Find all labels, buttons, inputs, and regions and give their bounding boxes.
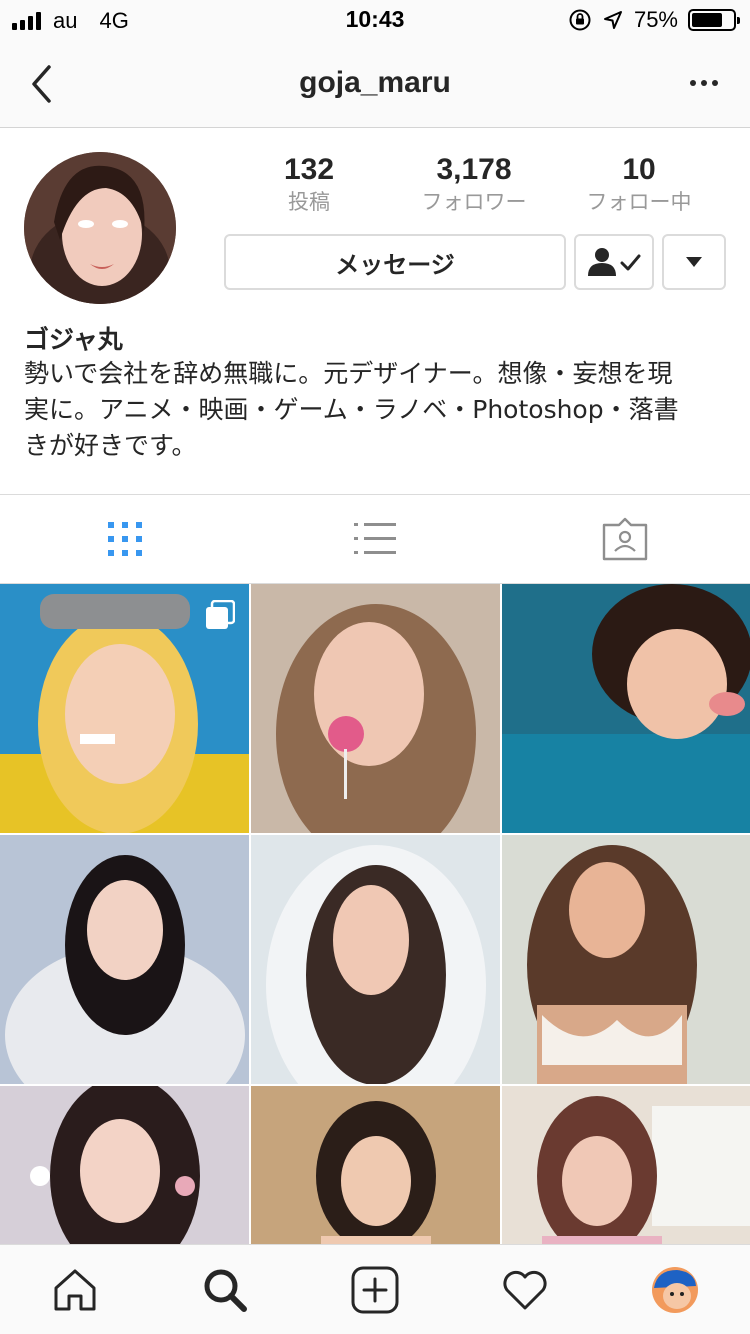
grid-photo[interactable]	[251, 584, 500, 833]
tagged-photos-icon	[602, 517, 648, 561]
profile-avatar[interactable]	[24, 152, 176, 304]
grid-photo[interactable]	[502, 584, 750, 833]
grid-photo[interactable]	[0, 584, 249, 833]
suggestions-dropdown-button[interactable]	[662, 234, 726, 290]
grid-photo[interactable]	[0, 835, 249, 1084]
add-post-icon	[351, 1266, 399, 1314]
grid-photo[interactable]	[0, 1086, 249, 1244]
battery-icon	[688, 9, 740, 31]
avatar-photo	[24, 152, 176, 304]
search-icon	[204, 1269, 247, 1312]
photo-thumbnail	[502, 584, 750, 833]
following-stat[interactable]: 10 フォロー中	[554, 150, 724, 214]
posts-count: 132	[283, 153, 335, 186]
home-icon	[54, 1269, 96, 1311]
battery-level	[692, 13, 722, 27]
grid-photo[interactable]	[502, 1086, 750, 1244]
tab-activity[interactable]	[450, 1245, 600, 1334]
bio-line: 勢いで会社を辞め無職に。元デザイナー。想像・妄想を現	[24, 359, 673, 388]
status-right: 75%	[568, 7, 740, 33]
username-title: goja_maru	[299, 66, 451, 99]
message-button[interactable]: メッセージ	[224, 234, 566, 290]
display-name: ゴジャ丸	[24, 325, 123, 354]
following-button[interactable]	[574, 234, 654, 290]
grid-photo[interactable]	[502, 835, 750, 1084]
posts-label: 投稿	[288, 190, 330, 214]
following-label: フォロー中	[586, 190, 692, 214]
bottom-tab-bar	[0, 1244, 750, 1334]
battery-percent: 75%	[633, 7, 678, 32]
photo-thumbnail	[251, 835, 500, 1084]
person-check-icon	[588, 248, 641, 276]
grid-view-icon	[108, 522, 142, 556]
bio-line: 実に。アニメ・映画・ゲーム・ラノベ・Photoshop・落書	[24, 395, 679, 424]
more-options-button[interactable]	[682, 68, 726, 98]
more-dots-icon	[690, 80, 696, 86]
tab-add-post[interactable]	[300, 1245, 450, 1334]
followers-label: フォロワー	[421, 190, 527, 214]
followers-stat[interactable]: 3,178 フォロワー	[389, 150, 559, 214]
navigation-bar: goja_maru	[0, 40, 750, 128]
grid-photo[interactable]	[251, 1086, 500, 1244]
grid-photo[interactable]	[251, 835, 500, 1084]
photo-grid	[0, 584, 750, 1244]
more-dot	[701, 80, 707, 86]
tab-tagged-photos[interactable]	[500, 495, 750, 583]
photo-thumbnail	[502, 1086, 750, 1244]
photo-thumbnail	[251, 1086, 500, 1244]
status-bar: au 4G 10:43 75%	[0, 0, 750, 40]
activity-heart-icon	[503, 1270, 547, 1310]
followers-count: 3,178	[436, 153, 512, 186]
more-dot	[712, 80, 718, 86]
posts-stat[interactable]: 132 投稿	[224, 150, 394, 214]
location-arrow-icon	[603, 11, 622, 29]
photo-thumbnail	[251, 584, 500, 833]
profile-stats: 132 投稿 3,178 フォロワー 10 フォロー中	[224, 150, 724, 220]
tab-grid-view[interactable]	[0, 495, 250, 583]
following-count: 10	[622, 153, 656, 186]
list-view-icon	[354, 523, 396, 554]
photo-thumbnail	[0, 1086, 249, 1244]
caret-down-icon	[686, 257, 702, 267]
photo-thumbnail	[502, 835, 750, 1084]
profile-bio: 勢いで会社を辞め無職に。元デザイナー。想像・妄想を現 実に。アニメ・映画・ゲーム…	[24, 356, 724, 464]
bio-line: きが好きです。	[24, 431, 197, 460]
profile-avatar-icon	[652, 1267, 698, 1313]
multiple-photos-icon	[206, 600, 235, 629]
tab-search[interactable]	[150, 1245, 300, 1334]
orientation-lock-icon	[569, 9, 591, 31]
tab-home[interactable]	[0, 1245, 150, 1334]
tab-list-view[interactable]	[250, 495, 500, 583]
profile-view-tabs	[0, 494, 750, 584]
photo-thumbnail	[0, 835, 249, 1084]
tab-profile[interactable]	[600, 1245, 750, 1334]
